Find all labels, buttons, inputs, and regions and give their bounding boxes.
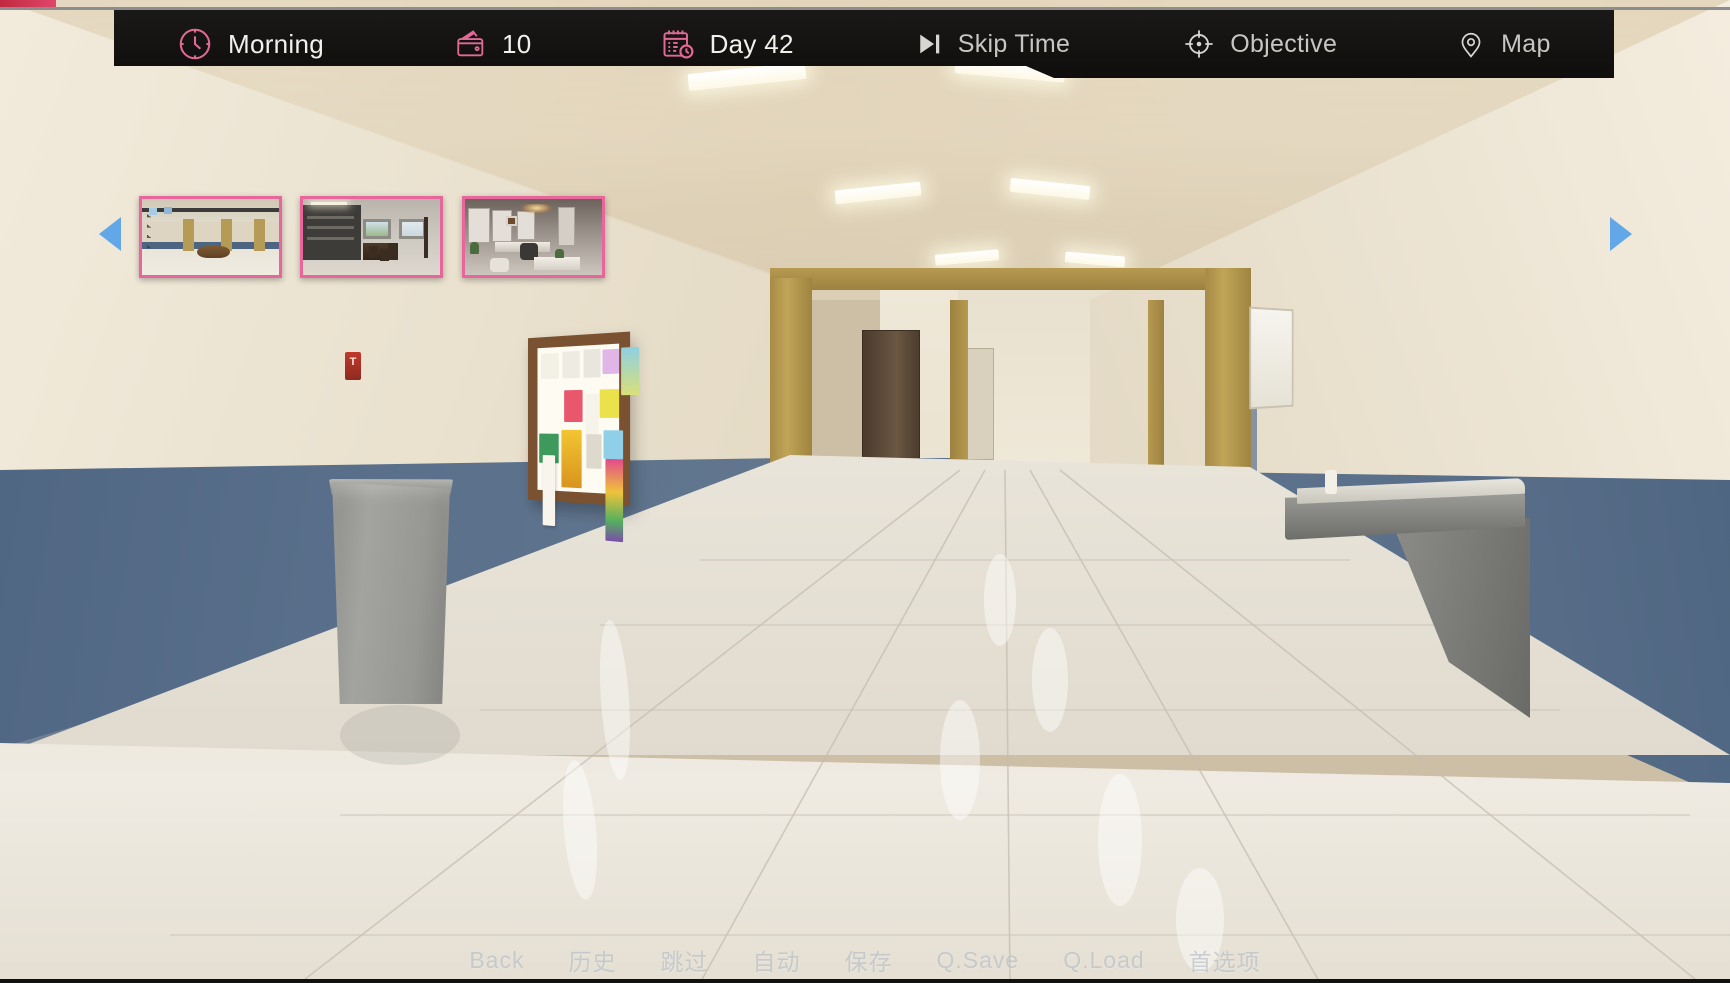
- flyer: [562, 350, 580, 379]
- office-post: [423, 217, 428, 259]
- library-plant: [555, 249, 564, 259]
- lobby-reception-desk: [196, 246, 230, 259]
- objective-label: Objective: [1230, 29, 1338, 58]
- hud-objective-button[interactable]: Objective: [1182, 10, 1337, 78]
- bottom-border-line: [0, 979, 1730, 983]
- menu-preferences-button[interactable]: 首选项: [1189, 943, 1261, 977]
- lobby-column: [254, 218, 266, 251]
- office-shelf: [307, 215, 354, 219]
- library-bookcase: [517, 211, 535, 241]
- hanging-flyer: [542, 455, 556, 527]
- library-coffee-table: [533, 256, 581, 271]
- office-window: [398, 218, 427, 239]
- lobby-poster: [148, 208, 158, 215]
- office-shelf: [307, 226, 354, 230]
- wall-board-right: [1249, 306, 1294, 410]
- office-chair: [387, 243, 398, 260]
- lobby-poster: [163, 207, 173, 215]
- trash-can: [332, 482, 450, 704]
- location-selector-strip: [0, 92, 1730, 278]
- menu-quick-load-button[interactable]: Q.Load: [1063, 947, 1144, 974]
- flyer: [621, 346, 640, 396]
- flyer: [586, 434, 602, 469]
- flyer: [585, 393, 599, 439]
- fire-alarm-pull-station: [345, 352, 361, 380]
- school-lobby-thumbnail[interactable]: [139, 196, 282, 278]
- library-bookcase: [467, 208, 490, 244]
- corridor-pillar: [1148, 300, 1164, 470]
- library-plant: [470, 241, 479, 254]
- menu-quick-save-button[interactable]: Q.Save: [936, 947, 1019, 974]
- time-of-day-label: Morning: [228, 28, 325, 59]
- corridor-header-beam: [770, 268, 1251, 290]
- thumbnail-art: [303, 199, 440, 275]
- wallet-icon: [454, 27, 488, 61]
- bulletin-board: [527, 331, 640, 543]
- menu-auto-button[interactable]: 自动: [752, 943, 800, 977]
- thumbnail-art: [465, 199, 602, 275]
- top-accent-strip: [0, 0, 56, 7]
- drinking-fountain-spout: [1325, 470, 1337, 494]
- library-study-thumbnail[interactable]: [462, 196, 605, 278]
- flyer: [540, 352, 559, 380]
- library-stool: [489, 258, 509, 272]
- money-amount-label: 10: [502, 28, 532, 59]
- menu-skip-button[interactable]: 跳过: [660, 943, 708, 977]
- clock-icon: [176, 25, 214, 63]
- hud-map-button[interactable]: Map: [1455, 10, 1551, 78]
- map-label: Map: [1501, 29, 1551, 58]
- thumbnail-art: [142, 199, 279, 275]
- game-screen: Morning 10: [0, 0, 1730, 983]
- flyer: [564, 389, 583, 423]
- menu-back-button[interactable]: Back: [469, 947, 524, 974]
- location-next-arrow[interactable]: [1610, 217, 1632, 251]
- menu-save-button[interactable]: 保存: [844, 943, 892, 977]
- library-painting: [506, 215, 518, 227]
- office-window: [363, 218, 391, 239]
- corridor-pillar: [950, 300, 968, 470]
- map-pin-icon: [1455, 28, 1487, 60]
- lobby-column: [183, 218, 195, 251]
- day-counter-label: Day 42: [709, 28, 794, 59]
- office-shelf: [307, 237, 354, 241]
- menu-history-button[interactable]: 历史: [568, 943, 616, 977]
- skip-time-label: Skip Time: [957, 29, 1071, 58]
- hanging-flyer: [605, 458, 624, 543]
- location-prev-arrow[interactable]: [99, 217, 121, 251]
- calendar-clock-icon: [660, 26, 696, 62]
- crosshair-icon: [1182, 27, 1216, 61]
- flyer: [599, 389, 620, 418]
- office-chair: [368, 246, 379, 259]
- skip-forward-icon: [914, 29, 944, 59]
- library-bookcase: [558, 206, 575, 247]
- office-ceiling-light: [311, 202, 347, 206]
- flyer: [583, 348, 601, 378]
- top-divider-line: [0, 7, 1730, 10]
- library-chandelier: [519, 203, 553, 215]
- bottom-menu-bar: Back 历史 跳过 自动 保存 Q.Save Q.Load 首选项: [0, 943, 1730, 977]
- flyer: [603, 430, 624, 460]
- flyer: [602, 348, 620, 375]
- office-dark-wall: [303, 205, 361, 260]
- office-room-thumbnail[interactable]: [300, 196, 443, 278]
- flyer: [561, 429, 582, 489]
